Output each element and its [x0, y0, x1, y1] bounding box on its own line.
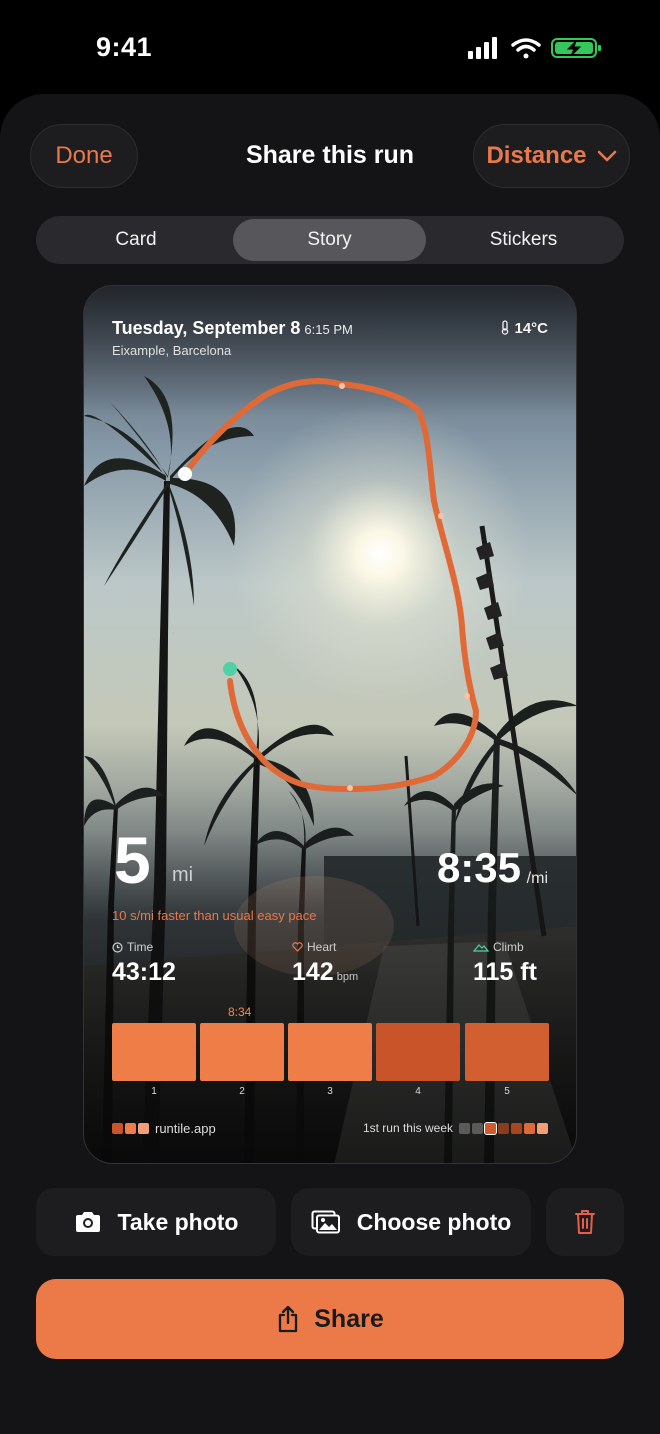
distance-value: 5: [114, 823, 151, 897]
pace-note: 10 s/mi faster than usual easy pace: [112, 908, 317, 923]
heart-icon: [292, 942, 303, 952]
brand-logo-icon: [112, 1123, 149, 1134]
brand-footer: runtile.app: [112, 1121, 216, 1136]
week-day-square: [459, 1122, 470, 1134]
clock-icon: [112, 941, 123, 953]
climb-stat-label: Climb: [473, 940, 524, 954]
run-date: Tuesday, September 8 6:15 PM: [112, 318, 353, 338]
week-summary: 1st run this week: [363, 1121, 548, 1135]
best-split-label: 8:34: [228, 1005, 252, 1019]
time-stat-label: Time: [112, 940, 153, 954]
metric-dropdown[interactable]: Distance: [473, 124, 630, 188]
run-location: Eixample, Barcelona: [112, 343, 232, 358]
heart-stat-unit: bpm: [336, 971, 359, 983]
climb-stat-value: 115 ft: [473, 958, 537, 986]
mountain-icon: [473, 944, 489, 952]
split-bar: [112, 1023, 196, 1081]
status-time: 9:41: [96, 32, 153, 62]
week-label: 1st run this week: [362, 1121, 453, 1135]
heart-stat-value: 142 bpm: [292, 958, 359, 986]
week-day-square: [537, 1122, 548, 1134]
take-photo-label: Take photo: [117, 1208, 239, 1235]
camera-icon: [75, 1212, 100, 1232]
pace-value: 8:35: [436, 844, 521, 891]
split-number: 3: [327, 1086, 333, 1097]
route-start-marker: [223, 662, 237, 676]
dynamic-island: [237, 21, 423, 76]
status-icons: [468, 37, 601, 59]
split-number: 1: [151, 1086, 157, 1097]
wifi-icon: [511, 38, 541, 59]
split-bar: [288, 1023, 372, 1081]
route-end-marker: [178, 467, 192, 481]
week-day-square: [511, 1122, 522, 1134]
choose-photo-button[interactable]: Choose photo: [291, 1188, 531, 1256]
take-photo-button[interactable]: Take photo: [36, 1188, 276, 1256]
format-tabs: Card Story Stickers: [36, 216, 624, 264]
split-number: 5: [504, 1086, 510, 1097]
battery-icon: [551, 38, 601, 58]
photo-library-icon: [311, 1210, 340, 1234]
week-day-square: [472, 1122, 483, 1134]
story-preview-card: Tuesday, September 8 6:15 PM Eixample, Ba…: [83, 285, 577, 1164]
week-day-square: [484, 1121, 497, 1135]
tab-card[interactable]: Card: [39, 219, 233, 261]
chevron-down-icon: [597, 150, 616, 162]
run-time: 6:15 PM: [304, 322, 353, 337]
time-stat-value: 43:12: [112, 958, 176, 986]
week-day-square: [524, 1122, 535, 1134]
share-icon: [279, 1305, 298, 1333]
brand-name: runtile.app: [155, 1121, 216, 1136]
week-squares: [459, 1121, 548, 1135]
split-bar: [465, 1023, 549, 1081]
temperature: 14°C: [500, 320, 548, 337]
distance-unit: mi: [172, 864, 194, 886]
heart-stat-label: Heart: [292, 940, 336, 954]
tab-stickers[interactable]: Stickers: [426, 219, 621, 261]
delete-photo-button[interactable]: [546, 1188, 624, 1256]
split-number: 2: [239, 1086, 245, 1097]
share-button[interactable]: Share: [36, 1279, 624, 1359]
share-label: Share: [314, 1304, 384, 1333]
tab-story[interactable]: Story: [233, 219, 426, 261]
signal-icon: [468, 37, 497, 59]
split-number: 4: [415, 1086, 421, 1097]
trash-icon: [575, 1210, 595, 1234]
split-bar: [200, 1023, 284, 1081]
status-bar: 9:41: [0, 0, 660, 96]
choose-photo-label: Choose photo: [356, 1208, 512, 1235]
thermometer-icon: [502, 320, 509, 335]
split-bar: [376, 1023, 460, 1081]
metric-label: Distance: [486, 142, 587, 169]
week-day-square: [498, 1122, 509, 1134]
pace-unit: /mi: [526, 870, 548, 887]
